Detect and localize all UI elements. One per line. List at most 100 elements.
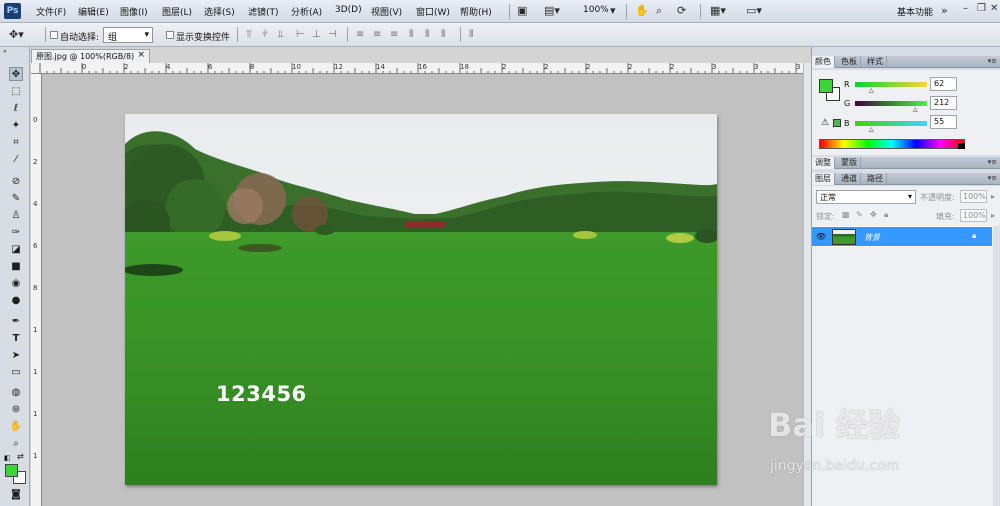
menu-select[interactable]: 选择(S) bbox=[204, 5, 235, 18]
warning-icon[interactable]: ⚠ bbox=[821, 118, 829, 128]
close-icon[interactable]: ✕ bbox=[990, 3, 998, 14]
menu-3d[interactable]: 3D(D) bbox=[335, 5, 362, 15]
document-image[interactable]: 123456 bbox=[125, 114, 717, 485]
lock-pixels-icon[interactable]: ✎ bbox=[856, 210, 863, 219]
align-hcenter-icon[interactable]: ⊥ bbox=[312, 29, 321, 40]
zoom-tool-icon[interactable]: ⌕ bbox=[656, 4, 662, 18]
show-transform-checkbox[interactable] bbox=[166, 31, 174, 39]
swap-colors-icon[interactable]: ⇄ bbox=[17, 452, 24, 461]
distribute-bottom-icon[interactable]: ≡ bbox=[390, 29, 398, 40]
workspace-switcher[interactable]: 基本功能 bbox=[897, 5, 933, 18]
blue-value[interactable]: 55 bbox=[930, 115, 957, 129]
green-slider[interactable]: △ bbox=[855, 101, 927, 113]
align-right-icon[interactable]: ⊣ bbox=[328, 29, 337, 40]
distribute-top-icon[interactable]: ≡ bbox=[356, 29, 364, 40]
menu-help[interactable]: 帮助(H) bbox=[460, 5, 492, 18]
tab-color[interactable]: 颜色 bbox=[812, 56, 835, 68]
brush-tool-icon[interactable]: ✎ bbox=[9, 192, 23, 206]
visibility-eye-icon[interactable]: 👁︎ bbox=[816, 232, 826, 241]
3d-orbit-icon[interactable]: ⊛ bbox=[9, 403, 23, 417]
tab-layers[interactable]: 图层 bbox=[812, 173, 835, 185]
layers-scrollbar[interactable] bbox=[993, 226, 1000, 506]
distribute-right-icon[interactable]: ⦀ bbox=[441, 29, 445, 40]
arrange-documents-icon[interactable]: ▤▾ bbox=[544, 4, 560, 17]
menu-filter[interactable]: 滤镜(T) bbox=[248, 5, 279, 18]
tab-paths[interactable]: 路径 bbox=[864, 173, 887, 185]
quick-mask-icon[interactable]: ◙ bbox=[9, 488, 23, 502]
blend-mode-dropdown[interactable]: 正常 ▾ bbox=[816, 190, 916, 204]
layer-background[interactable]: 👁︎ 背景 🔒︎ bbox=[812, 226, 992, 247]
hand-tool-icon[interactable]: ✋ bbox=[9, 420, 23, 434]
opacity-field[interactable]: 100% bbox=[960, 190, 987, 203]
red-value[interactable]: 62 bbox=[930, 77, 957, 91]
lock-all-icon[interactable]: 🔒︎ bbox=[884, 210, 888, 220]
align-bottom-icon[interactable]: ⫫ bbox=[278, 29, 284, 40]
crop-tool-icon[interactable]: ⌗ bbox=[9, 136, 23, 150]
marquee-tool-icon[interactable]: ⬚ bbox=[9, 85, 23, 99]
screen-mode-icon[interactable]: ▭▾ bbox=[746, 4, 762, 17]
tab-channels[interactable]: 通道 bbox=[838, 173, 861, 185]
auto-select-checkbox[interactable] bbox=[50, 31, 58, 39]
zoom-tool-icon[interactable]: ⌕ bbox=[9, 437, 23, 451]
slider-thumb[interactable]: △ bbox=[869, 87, 874, 94]
layer-name[interactable]: 背景 bbox=[864, 232, 880, 243]
slider-thumb[interactable]: △ bbox=[913, 106, 918, 113]
collapse-icon[interactable]: » bbox=[3, 48, 7, 55]
foreground-color-swatch[interactable] bbox=[5, 464, 18, 477]
chevron-down-icon[interactable]: ▾ bbox=[610, 4, 616, 17]
document-tab[interactable]: 原图.jpg @ 100%(RGB/8) × bbox=[31, 49, 150, 63]
eraser-icon[interactable]: ◪ bbox=[9, 243, 23, 257]
menu-layer[interactable]: 图层(L) bbox=[162, 5, 192, 18]
type-tool-icon[interactable]: T bbox=[9, 332, 23, 346]
gamut-swatch[interactable] bbox=[833, 119, 841, 127]
tab-adjustments[interactable]: 调整 bbox=[812, 157, 835, 169]
rectangle-tool-icon[interactable]: ▭ bbox=[9, 366, 23, 380]
black-swatch[interactable] bbox=[958, 143, 965, 149]
distribute-vcenter-icon[interactable]: ≡ bbox=[373, 29, 381, 40]
default-colors-icon[interactable]: ◧ bbox=[4, 454, 11, 462]
tab-swatches[interactable]: 色板 bbox=[838, 56, 861, 68]
lock-position-icon[interactable]: ✥ bbox=[870, 210, 877, 219]
pen-tool-icon[interactable]: ✒ bbox=[9, 315, 23, 329]
distribute-left-icon[interactable]: ⦀ bbox=[409, 29, 413, 40]
magic-wand-icon[interactable]: ✦ bbox=[9, 119, 23, 133]
auto-align-icon[interactable]: ⦀ bbox=[469, 29, 473, 40]
eyedropper-icon[interactable]: ⁄ bbox=[9, 153, 23, 167]
dodge-tool-icon[interactable]: ● bbox=[9, 294, 23, 308]
panel-menu-icon[interactable]: ▾≡ bbox=[988, 174, 997, 182]
tab-styles[interactable]: 样式 bbox=[864, 56, 887, 68]
gradient-tool-icon[interactable]: ■ bbox=[9, 260, 23, 274]
move-tool-icon[interactable]: ✥▾ bbox=[9, 28, 24, 41]
panel-menu-icon[interactable]: ▾≡ bbox=[988, 57, 997, 65]
extras-icon[interactable]: ▦▾ bbox=[710, 4, 726, 17]
lock-transparency-icon[interactable]: ▩ bbox=[842, 210, 850, 219]
hand-tool-icon[interactable]: ✋ bbox=[635, 4, 649, 17]
auto-select-dropdown[interactable]: 组 ▾ bbox=[103, 27, 153, 43]
bridge-icon[interactable]: ▣ bbox=[517, 4, 527, 17]
healing-brush-icon[interactable]: ⊘ bbox=[9, 175, 23, 189]
3d-rotate-icon[interactable]: ◍ bbox=[9, 386, 23, 400]
menu-file[interactable]: 文件(F) bbox=[36, 5, 66, 18]
menu-image[interactable]: 图像(I) bbox=[120, 5, 148, 18]
rotate-view-icon[interactable]: ⟳ bbox=[677, 4, 686, 17]
menu-view[interactable]: 视图(V) bbox=[371, 5, 402, 18]
lasso-tool-icon[interactable]: ℓ bbox=[9, 102, 23, 116]
chevron-right-icon[interactable]: ▸ bbox=[991, 192, 995, 201]
menu-edit[interactable]: 编辑(E) bbox=[78, 5, 109, 18]
path-selection-icon[interactable]: ➤ bbox=[9, 349, 23, 363]
green-value[interactable]: 212 bbox=[930, 96, 957, 110]
panel-menu-icon[interactable]: ▾≡ bbox=[988, 158, 997, 166]
align-vcenter-icon[interactable]: ⫩ bbox=[262, 29, 268, 40]
foreground-color-swatch[interactable] bbox=[819, 79, 833, 93]
align-left-icon[interactable]: ⊢ bbox=[296, 29, 305, 40]
close-icon[interactable]: × bbox=[137, 50, 145, 60]
red-slider[interactable]: △ bbox=[855, 82, 927, 94]
menu-analysis[interactable]: 分析(A) bbox=[291, 5, 322, 18]
align-top-icon[interactable]: ⫪ bbox=[246, 29, 252, 40]
minimize-icon[interactable]: – bbox=[963, 3, 968, 14]
chevron-right-icon[interactable]: ▸ bbox=[991, 211, 995, 220]
slider-thumb[interactable]: △ bbox=[869, 126, 874, 133]
blur-tool-icon[interactable]: ◉ bbox=[9, 277, 23, 291]
clone-stamp-icon[interactable]: ♙ bbox=[9, 209, 23, 223]
fill-field[interactable]: 100% bbox=[960, 209, 987, 222]
